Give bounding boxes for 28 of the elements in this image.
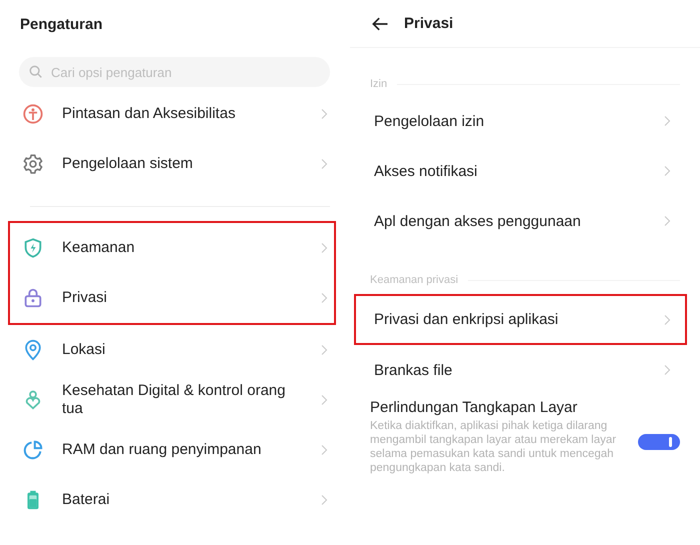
settings-item[interactable]: Keamanan [10,223,334,273]
page-title: Pengaturan [19,15,104,35]
settings-item[interactable]: Lokasi [10,325,334,375]
location-pin-icon [22,339,44,361]
search-icon [28,64,44,80]
lock-icon [22,287,44,309]
setting-title: Perlindungan Tangkapan Layar [370,399,578,416]
section-label: Izin [370,78,388,90]
settings-item[interactable]: Pengelolaan izin [354,96,687,146]
pie-chart-icon [22,439,44,461]
settings-item[interactable]: Privasi dan enkripsi aplikasi [354,294,687,345]
search-field[interactable]: Cari opsi pengaturan [19,57,330,87]
setting-description: Ketika diaktifkan, aplikasi pihak ketiga dilarang mengambil tangkapan layar atau merekam layar selama pemasukan kata sandi untuk mencegah pengungkapan kata sandi. [370,419,618,475]
toggle-switch[interactable] [638,434,680,450]
settings-icon [22,153,44,175]
settings-item[interactable]: Apl dengan akses penggunaan [354,196,687,246]
settings-item[interactable]: Pengelolaan sistem [10,139,334,189]
shield-icon [22,237,44,259]
settings-item[interactable]: Akses notifikasi [354,146,687,196]
accessibility-icon [22,103,44,125]
page-title: Privasi [404,15,454,32]
settings-item[interactable]: Kesehatan Digital & kontrol orang tua [10,375,334,425]
settings-item[interactable]: Privasi [10,273,334,323]
settings-item[interactable]: Pintasan dan Aksesibilitas [10,89,334,139]
settings-item[interactable]: Brankas file [354,345,687,395]
section-label: Keamanan privasi [370,274,458,286]
settings-item[interactable]: RAM dan ruang penyimpanan [10,425,334,475]
settings-item[interactable]: Baterai [10,475,334,525]
